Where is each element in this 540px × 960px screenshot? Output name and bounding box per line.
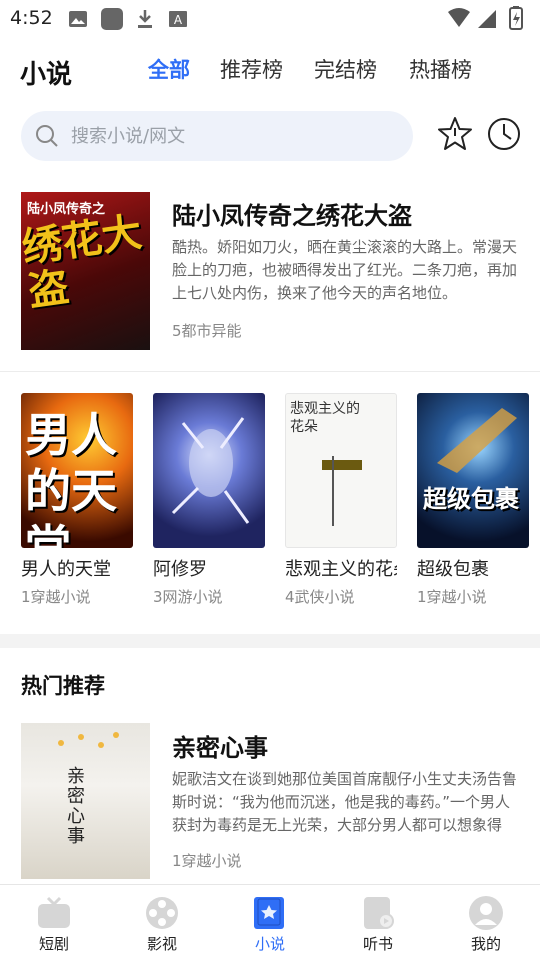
book-cover-image[interactable]: 悲观主义的花朵 [285, 393, 397, 548]
nav-label: 我的 [470, 935, 501, 953]
hot-recommend-item[interactable]: 亲密心事 亲密心事 妮歌洁文在谈到她那位美国首席靓仔小生丈夫汤告鲁斯时说：“我为… [0, 722, 540, 882]
book-title[interactable]: 悲观主义的花朵 [285, 555, 397, 581]
font-icon: A [168, 9, 188, 33]
book-meta: 1穿越小说 [417, 588, 487, 606]
nav-item-short-drama[interactable]: 短剧 [0, 885, 108, 960]
book-card[interactable]: 男人的天堂 男人的天堂 1穿越小说 [21, 393, 133, 606]
rec-cover-image[interactable]: 亲密心事 [21, 723, 150, 879]
book-meta: 4武侠小说 [285, 588, 355, 606]
bottom-navigation: 短剧 影视 小说 听书 我的 [0, 884, 540, 960]
tab-completed-ranking[interactable]: 完结榜 [314, 54, 377, 84]
featured-meta: 5都市异能 [172, 322, 242, 340]
nav-label: 听书 [362, 935, 393, 953]
book-card[interactable]: 悲观主义的花朵 悲观主义的花朵 4武侠小说 [285, 393, 397, 606]
search-bar[interactable] [21, 111, 413, 161]
book-title[interactable]: 男人的天堂 [21, 555, 133, 581]
rec-title[interactable]: 亲密心事 [172, 728, 268, 763]
nav-item-novel[interactable]: 小说 [216, 885, 324, 960]
book-meta: 1穿越小说 [21, 588, 91, 606]
nav-item-profile[interactable]: 我的 [432, 885, 540, 960]
image-icon [68, 9, 88, 33]
nav-label: 短剧 [38, 935, 69, 953]
status-right-icons [446, 6, 530, 30]
search-icon [35, 124, 59, 152]
status-bar: 4:52 A [0, 0, 540, 38]
nav-item-video[interactable]: 影视 [108, 885, 216, 960]
top-header: 小说 全部 推荐榜 完结榜 热播榜 [0, 46, 540, 96]
featured-cover-image[interactable]: 陆小凤传奇之 绣花大盗 [21, 192, 150, 350]
featured-novel[interactable]: 陆小凤传奇之 绣花大盗 陆小凤传奇之绣花大盗 酷热。娇阳如刀火，晒在黄尘滚滚的大… [0, 190, 540, 354]
book-carousel[interactable]: 男人的天堂 男人的天堂 1穿越小说 阿修罗 3网游小说 悲观主义的花朵 悲观主义… [0, 393, 540, 613]
featured-description: 酷热。娇阳如刀火，晒在黄尘滚滚的大路上。常漫天脸上的刀疤，也被晒得发出了红光。二… [172, 238, 518, 302]
status-time: 4:52 [10, 7, 53, 29]
profile-icon [468, 895, 504, 931]
warrior-illustration [171, 417, 250, 524]
audiobook-icon [360, 895, 396, 931]
book-title[interactable]: 超级包裹 [417, 555, 529, 581]
book-cover-image[interactable]: 男人的天堂 [21, 393, 133, 548]
search-input[interactable] [71, 111, 401, 161]
book-cover-text: 超级包裹 [423, 485, 519, 513]
film-reel-icon [144, 895, 180, 931]
book-cover-text: 悲观主义的花朵 [290, 401, 360, 435]
book-cover-image[interactable]: 超级包裹 [417, 393, 529, 548]
tab-hot-ranking[interactable]: 热播榜 [409, 54, 472, 84]
app-icon [100, 7, 124, 35]
tab-all[interactable]: 全部 [148, 54, 190, 84]
featured-title[interactable]: 陆小凤传奇之绣花大盗 [172, 196, 412, 231]
nav-label: 影视 [146, 935, 177, 953]
rec-description: 妮歌洁文在谈到她那位美国首席靓仔小生丈夫汤告鲁斯时说：“我为他而沉迷，他是我的毒… [172, 770, 518, 834]
nav-item-audiobook[interactable]: 听书 [324, 885, 432, 960]
rec-cover-text: 亲密心事 [67, 766, 85, 847]
book-card[interactable]: 阿修罗 3网游小说 [153, 393, 265, 606]
tv-icon [36, 895, 72, 931]
section-separator [0, 634, 540, 648]
book-icon [252, 895, 288, 931]
wifi-signal-battery-icon [448, 6, 523, 30]
star-icon[interactable] [437, 116, 473, 156]
history-clock-icon[interactable] [486, 116, 522, 156]
book-cover-text: 男人的天堂 [25, 408, 117, 548]
download-icon [136, 9, 154, 33]
tab-recommended-ranking[interactable]: 推荐榜 [220, 54, 283, 84]
book-meta: 3网游小说 [153, 588, 223, 606]
featured-cover-caption: 陆小凤传奇之 [27, 202, 106, 217]
nav-label: 小说 [254, 935, 285, 953]
spaceship-illustration [437, 408, 517, 473]
page-title: 小说 [20, 60, 73, 90]
featured-cover-title: 绣花大盗 [21, 209, 145, 316]
book-cover-image[interactable] [153, 393, 265, 548]
section-title-hot: 热门推荐 [21, 674, 105, 698]
divider [0, 371, 540, 372]
rec-meta: 1穿越小说 [172, 852, 242, 870]
svg-text:A: A [174, 13, 183, 27]
book-card[interactable]: 超级包裹 超级包裹 1穿越小说 [417, 393, 529, 606]
cover-figure [332, 456, 352, 526]
book-title[interactable]: 阿修罗 [153, 555, 265, 581]
